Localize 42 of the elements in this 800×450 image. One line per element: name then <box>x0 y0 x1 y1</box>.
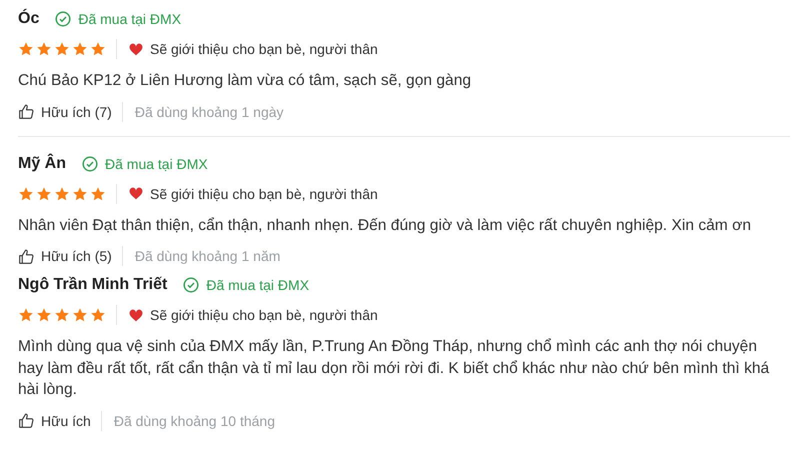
star-icon <box>90 41 106 57</box>
helpful-button[interactable]: Hữu ích (7) <box>18 103 112 120</box>
heart-icon <box>129 42 143 56</box>
star-icon <box>36 307 52 323</box>
purchase-status-label: Đã mua tại ĐMX <box>206 277 310 293</box>
usage-duration: Đã dùng khoảng 1 ngày <box>134 104 284 120</box>
check-circle-icon <box>183 277 200 293</box>
reviewer-name: Ngô Trần Minh Triết <box>18 276 168 294</box>
recommend-text: Sẽ giới thiệu cho bạn bè, người thân <box>150 186 378 202</box>
star-icon <box>72 186 88 202</box>
usage-duration: Đã dùng khoảng 10 tháng <box>114 412 275 428</box>
reviewer-name: Óc <box>18 10 40 28</box>
thumbs-up-icon <box>18 248 35 264</box>
usage-duration: Đã dùng khoảng 1 năm <box>134 248 280 264</box>
review-comment: Chú Bảo KP12 ở Liên Hương làm vừa có tâm, sạch sẽ, gọn gàng <box>18 71 472 91</box>
thumbs-up-icon <box>18 103 35 120</box>
recommend-text: Sẽ giới thiệu cho bạn bè, người thân <box>150 41 378 57</box>
star-icon <box>18 41 34 57</box>
recommend-text: Sẽ giới thiệu cho bạn bè, người thân <box>150 307 378 323</box>
star-icon <box>54 186 70 202</box>
helpful-button[interactable]: Hữu ích (5) <box>18 248 112 264</box>
star-icon <box>72 41 88 57</box>
heart-icon <box>129 308 143 322</box>
helpful-button[interactable]: Hữu ích <box>18 412 91 429</box>
review-comment: Nhân viên Đạt thân thiện, cẩn thận, nhanh nhẹn. Đến đúng giờ và làm việc rất chuyên nghiệp. Xin cảm ơn <box>18 216 752 236</box>
star-icon <box>18 307 34 323</box>
review-comment: Mình dùng qua vệ sinh của ĐMX mấy lần, P.Trung An Đồng Tháp, nhưng chổ mình các anh thợ nói chuyện hay làm đều rất tốt, rất cẩn thận và tỉ mỉ lau dọn rồi mới rời đi. K biết chổ khác như nào chứ bên mình thì khá hài lòng. <box>18 337 770 400</box>
heart-icon <box>129 187 143 200</box>
thumbs-up-icon <box>18 412 35 429</box>
reviewer-name: Mỹ Ân <box>18 154 66 172</box>
star-icon <box>18 186 34 202</box>
star-icon <box>36 186 52 202</box>
star-icon <box>90 307 106 323</box>
star-icon <box>36 41 52 57</box>
star-icon <box>72 307 88 323</box>
star-icon <box>54 307 70 323</box>
purchase-status-label: Đã mua tại ĐMX <box>105 156 208 172</box>
check-circle-icon <box>82 156 98 172</box>
purchase-status-label: Đã mua tại ĐMX <box>78 11 182 27</box>
check-circle-icon <box>55 11 72 27</box>
star-icon <box>54 41 70 57</box>
star-icon <box>90 186 106 202</box>
